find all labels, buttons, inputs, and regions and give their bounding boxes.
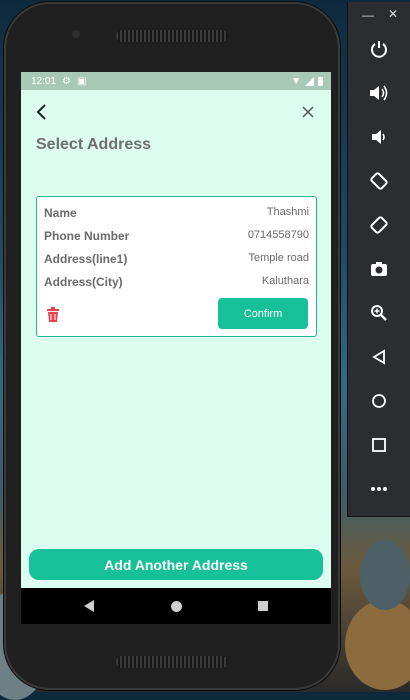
minimize-icon[interactable]: — xyxy=(362,8,374,22)
emulator-more-button[interactable] xyxy=(364,474,394,504)
wifi-icon: ▼ xyxy=(291,75,301,87)
chevron-left-icon xyxy=(36,104,46,120)
back-button[interactable] xyxy=(33,101,51,123)
bottom-speaker xyxy=(116,656,228,668)
confirm-button[interactable]: Confirm xyxy=(218,298,308,329)
close-icon xyxy=(302,106,314,118)
screenshot-button[interactable] xyxy=(364,254,394,284)
row-value: 0714558790 xyxy=(247,229,309,241)
row-label: Address(line1) xyxy=(44,252,128,266)
nav-overview-icon[interactable] xyxy=(258,601,268,611)
volume-up-icon xyxy=(370,85,388,101)
earpiece-speaker xyxy=(116,30,228,42)
address-row-line1: Address(line1) Temple road xyxy=(44,252,309,268)
address-row-name: Name Thashmi xyxy=(44,206,309,222)
backdrop-rock xyxy=(345,600,410,690)
row-value: Temple road xyxy=(248,252,309,264)
row-value: Kaluthara xyxy=(261,275,309,287)
emulator-window-controls: — ✕ xyxy=(348,6,410,26)
volume-up-button[interactable] xyxy=(364,78,394,108)
status-time: 12:01 xyxy=(31,75,57,87)
address-row-phone: Phone Number 0714558790 xyxy=(44,229,309,245)
address-row-city: Address(City) Kaluthara xyxy=(44,275,309,291)
emulator-back-button[interactable] xyxy=(364,342,394,372)
nav-back-icon[interactable] xyxy=(84,600,94,612)
nav-home-icon[interactable] xyxy=(171,601,182,612)
overview-icon xyxy=(372,438,386,452)
close-button[interactable] xyxy=(299,101,317,123)
app-screen: 12:01 ⚙ ▣ ▼ Select Address Name Thashmi … xyxy=(21,72,331,624)
home-icon xyxy=(372,394,386,408)
delete-address-button[interactable] xyxy=(46,307,60,323)
power-button[interactable] xyxy=(364,34,394,64)
rotate-right-button[interactable] xyxy=(364,210,394,240)
emulator-overview-button[interactable] xyxy=(364,430,394,460)
image-icon: ▣ xyxy=(77,75,87,87)
zoom-icon xyxy=(371,305,387,321)
status-bar: 12:01 ⚙ ▣ ▼ xyxy=(21,72,331,90)
row-label: Address(City) xyxy=(44,275,123,289)
more-icon xyxy=(371,487,387,491)
phone-frame: 12:01 ⚙ ▣ ▼ Select Address Name Thashmi … xyxy=(4,2,340,690)
signal-icon xyxy=(305,76,314,86)
row-label: Phone Number xyxy=(44,229,130,243)
rotate-left-button[interactable] xyxy=(364,166,394,196)
rotate-left-icon xyxy=(370,172,388,190)
volume-down-button[interactable] xyxy=(364,122,394,152)
row-label: Name xyxy=(44,206,77,220)
android-nav-bar xyxy=(21,588,331,624)
trash-icon xyxy=(47,307,59,322)
row-value: Thashmi xyxy=(266,206,309,218)
zoom-button[interactable] xyxy=(364,298,394,328)
address-card: Name Thashmi Phone Number 0714558790 Add… xyxy=(36,196,317,337)
settings-icon: ⚙ xyxy=(62,75,71,87)
front-camera xyxy=(72,30,80,38)
rotate-right-icon xyxy=(370,216,388,234)
backdrop-rock xyxy=(360,540,410,610)
power-icon xyxy=(371,41,387,58)
back-icon xyxy=(372,349,385,365)
close-icon[interactable]: ✕ xyxy=(388,7,398,21)
page-title: Select Address xyxy=(36,136,152,153)
battery-icon xyxy=(318,76,323,86)
add-another-address-button[interactable]: Add Another Address xyxy=(29,549,323,580)
emulator-toolbar: — ✕ xyxy=(347,2,410,517)
camera-icon xyxy=(371,262,387,276)
emulator-home-button[interactable] xyxy=(364,386,394,416)
volume-down-icon xyxy=(372,130,385,144)
